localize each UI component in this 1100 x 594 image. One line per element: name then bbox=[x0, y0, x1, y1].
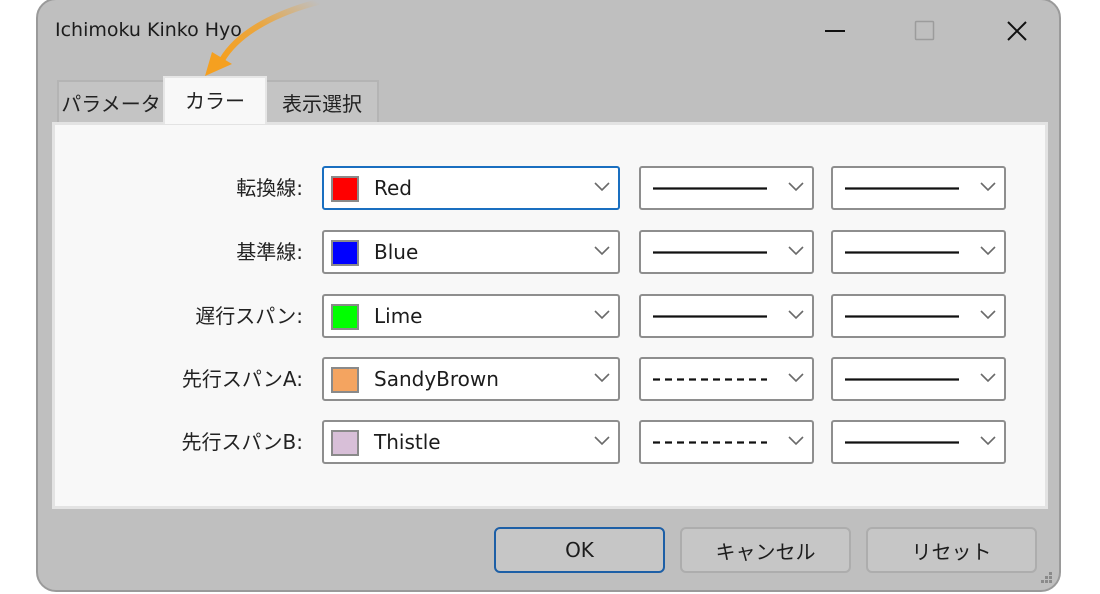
color-swatch bbox=[331, 240, 359, 266]
chevron-down-icon bbox=[980, 373, 996, 383]
chevron-down-icon bbox=[788, 246, 804, 256]
line-style-select[interactable] bbox=[639, 357, 814, 401]
ok-button[interactable]: OK bbox=[494, 527, 665, 573]
line-width-select[interactable] bbox=[831, 294, 1006, 338]
line-width-select[interactable] bbox=[831, 166, 1006, 210]
chevron-down-icon bbox=[980, 246, 996, 256]
color-row: 基準線: Blue bbox=[55, 230, 1045, 274]
ok-label: OK bbox=[565, 538, 594, 562]
solid-line-preview-icon bbox=[653, 315, 767, 318]
tab-label: カラー bbox=[185, 89, 245, 113]
color-name: SandyBrown bbox=[374, 367, 499, 391]
line-label: 先行スパンB: bbox=[181, 430, 303, 454]
color-swatch bbox=[331, 367, 359, 393]
tab-label: パラメータ bbox=[61, 91, 161, 116]
line-label: 転換線: bbox=[236, 176, 303, 200]
solid-line-preview-icon bbox=[845, 441, 959, 444]
color-select[interactable]: Blue bbox=[322, 230, 620, 274]
line-style-select[interactable] bbox=[639, 230, 814, 274]
close-button[interactable] bbox=[997, 16, 1037, 46]
maximize-button[interactable] bbox=[905, 16, 945, 46]
solid-line-preview-icon bbox=[845, 187, 959, 190]
reset-button[interactable]: リセット bbox=[866, 527, 1037, 573]
minimize-button[interactable] bbox=[816, 16, 856, 46]
color-name: Thistle bbox=[374, 430, 441, 454]
chevron-down-icon bbox=[594, 310, 610, 320]
dashed-line-preview-icon bbox=[653, 441, 767, 444]
color-row: 先行スパンB: Thistle bbox=[55, 420, 1045, 464]
tab-label: 表示選択 bbox=[282, 91, 362, 116]
solid-line-preview-icon bbox=[653, 187, 767, 190]
line-label: 遅行スパン: bbox=[195, 304, 303, 328]
chevron-down-icon bbox=[788, 436, 804, 446]
chevron-down-icon bbox=[594, 246, 610, 256]
resize-grip-icon[interactable] bbox=[1039, 570, 1053, 584]
chevron-down-icon bbox=[788, 373, 804, 383]
color-swatch bbox=[331, 176, 359, 202]
line-style-select[interactable] bbox=[639, 294, 814, 338]
chevron-down-icon bbox=[980, 310, 996, 320]
tab-parameters[interactable]: パラメータ bbox=[57, 80, 165, 122]
solid-line-preview-icon bbox=[653, 251, 767, 254]
dashed-line-preview-icon bbox=[653, 378, 767, 381]
dialog-window: Ichimoku Kinko Hyo パラメータ カラー 表示選択 転換線: Re… bbox=[36, 0, 1061, 592]
color-row: 転換線: Red bbox=[55, 166, 1045, 210]
solid-line-preview-icon bbox=[845, 251, 959, 254]
color-name: Lime bbox=[374, 304, 423, 328]
minimize-icon bbox=[825, 30, 845, 32]
color-swatch bbox=[331, 304, 359, 330]
solid-line-preview-icon bbox=[845, 378, 959, 381]
line-style-select[interactable] bbox=[639, 166, 814, 210]
line-width-select[interactable] bbox=[831, 357, 1006, 401]
tab-colors[interactable]: カラー bbox=[163, 76, 267, 124]
chevron-down-icon bbox=[980, 436, 996, 446]
tab-visualization[interactable]: 表示選択 bbox=[265, 80, 379, 122]
line-style-select[interactable] bbox=[639, 420, 814, 464]
close-icon bbox=[1007, 21, 1027, 41]
chevron-down-icon bbox=[788, 310, 804, 320]
color-select[interactable]: Thistle bbox=[322, 420, 620, 464]
reset-label: リセット bbox=[911, 539, 992, 564]
line-label: 先行スパンA: bbox=[181, 367, 303, 391]
cancel-button[interactable]: キャンセル bbox=[680, 527, 851, 573]
color-select[interactable]: Lime bbox=[322, 294, 620, 338]
color-name: Red bbox=[374, 176, 412, 200]
color-name: Blue bbox=[374, 240, 419, 264]
chevron-down-icon bbox=[594, 436, 610, 446]
color-swatch bbox=[331, 430, 359, 456]
chevron-down-icon bbox=[594, 182, 610, 192]
chevron-down-icon bbox=[788, 182, 804, 192]
colors-panel: 転換線: Red 基準線: Blue 遅行スパン: Lime 先行スパンA: SandyBro… bbox=[52, 122, 1048, 509]
chevron-down-icon bbox=[594, 373, 610, 383]
color-row: 遅行スパン: Lime bbox=[55, 294, 1045, 338]
line-width-select[interactable] bbox=[831, 420, 1006, 464]
cancel-label: キャンセル bbox=[715, 539, 816, 564]
color-select[interactable]: SandyBrown bbox=[322, 357, 620, 401]
maximize-icon bbox=[914, 20, 935, 41]
color-row: 先行スパンA: SandyBrown bbox=[55, 357, 1045, 401]
solid-line-preview-icon bbox=[845, 315, 959, 318]
color-select[interactable]: Red bbox=[322, 166, 620, 210]
line-width-select[interactable] bbox=[831, 230, 1006, 274]
line-label: 基準線: bbox=[236, 240, 303, 264]
window-title: Ichimoku Kinko Hyo bbox=[55, 19, 242, 41]
chevron-down-icon bbox=[980, 182, 996, 192]
